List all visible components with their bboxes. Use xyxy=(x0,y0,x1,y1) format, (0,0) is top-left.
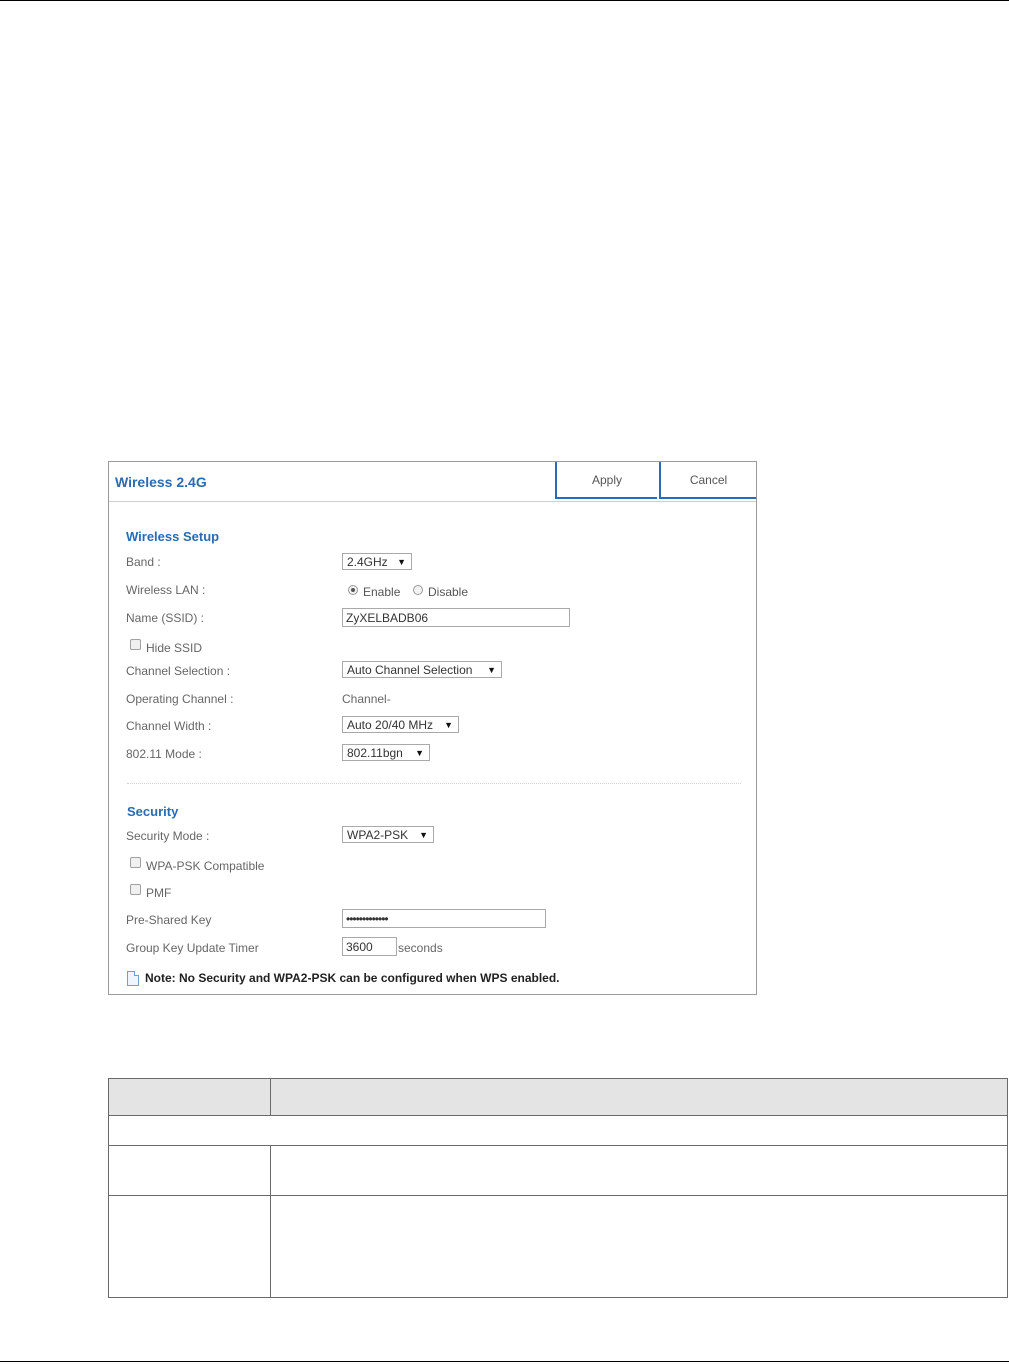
wps-note: Note: No Security and WPA2-PSK can be co… xyxy=(145,971,560,985)
chevron-down-icon: ▼ xyxy=(444,720,453,730)
group-key-unit: seconds xyxy=(398,941,443,955)
channel-selection-value: Auto Channel Selection xyxy=(347,663,473,677)
mode-value: 802.11bgn xyxy=(347,746,403,760)
channel-width-select[interactable]: Auto 20/40 MHz ▼ xyxy=(342,716,459,733)
bottom-rule xyxy=(0,1361,1009,1362)
operating-channel-value: Channel- xyxy=(342,692,391,706)
cancel-button[interactable]: Cancel xyxy=(659,462,756,499)
group-key-input[interactable] xyxy=(342,937,397,956)
group-key-label: Group Key Update Timer xyxy=(126,941,259,955)
apply-button[interactable]: Apply xyxy=(555,462,657,499)
band-select[interactable]: 2.4GHz ▼ xyxy=(342,553,412,570)
wpa-psk-compatible-label: WPA-PSK Compatible xyxy=(146,859,265,873)
panel-title: Wireless 2.4G xyxy=(115,474,207,490)
wireless-lan-enable-radio[interactable] xyxy=(348,585,358,595)
mode-label: 802.11 Mode : xyxy=(126,747,202,761)
section-divider xyxy=(127,783,741,784)
table-row-divider xyxy=(109,1145,1007,1146)
chevron-down-icon: ▼ xyxy=(397,557,406,567)
chevron-down-icon: ▼ xyxy=(415,748,424,758)
ssid-input[interactable] xyxy=(342,608,570,627)
table-header-column-divider xyxy=(270,1079,271,1115)
band-select-value: 2.4GHz xyxy=(347,555,388,569)
hide-ssid-label: Hide SSID xyxy=(146,641,203,655)
security-heading: Security xyxy=(127,804,179,819)
enable-label: Enable xyxy=(363,585,401,599)
wireless-settings-panel: Wireless 2.4G Apply Cancel Wireless Setu… xyxy=(108,461,757,995)
panel-header: Wireless 2.4G Apply Cancel xyxy=(109,462,756,502)
chevron-down-icon: ▼ xyxy=(419,830,428,840)
chevron-down-icon: ▼ xyxy=(487,665,496,675)
wpa-psk-compatible-checkbox[interactable] xyxy=(130,857,141,868)
channel-width-value: Auto 20/40 MHz xyxy=(347,718,434,732)
pmf-label: PMF xyxy=(146,886,172,900)
wireless-lan-label: Wireless LAN : xyxy=(126,583,206,597)
security-mode-value: WPA2-PSK xyxy=(347,828,409,842)
security-mode-select[interactable]: WPA2-PSK ▼ xyxy=(342,826,434,843)
table-header-row xyxy=(109,1079,1007,1116)
wireless-lan-disable-radio[interactable] xyxy=(413,585,423,595)
wireless-setup-heading: Wireless Setup xyxy=(126,529,220,544)
note-icon xyxy=(127,971,139,986)
mode-select[interactable]: 802.11bgn ▼ xyxy=(342,744,430,761)
psk-label: Pre-Shared Key xyxy=(126,913,212,927)
band-label: Band : xyxy=(126,555,161,569)
table-column-divider xyxy=(270,1145,271,1297)
channel-width-label: Channel Width : xyxy=(126,719,212,733)
disable-label: Disable xyxy=(428,585,469,599)
table-row-divider xyxy=(109,1195,1007,1196)
security-mode-label: Security Mode : xyxy=(126,829,210,843)
operating-channel-label: Operating Channel : xyxy=(126,692,234,706)
psk-input[interactable] xyxy=(342,909,546,928)
description-table xyxy=(108,1078,1008,1298)
hide-ssid-checkbox[interactable] xyxy=(130,639,141,650)
channel-selection-select[interactable]: Auto Channel Selection ▼ xyxy=(342,661,502,678)
channel-selection-label: Channel Selection : xyxy=(126,664,231,678)
ssid-label: Name (SSID) : xyxy=(126,611,205,625)
top-rule xyxy=(0,0,1009,1)
pmf-checkbox[interactable] xyxy=(130,884,141,895)
